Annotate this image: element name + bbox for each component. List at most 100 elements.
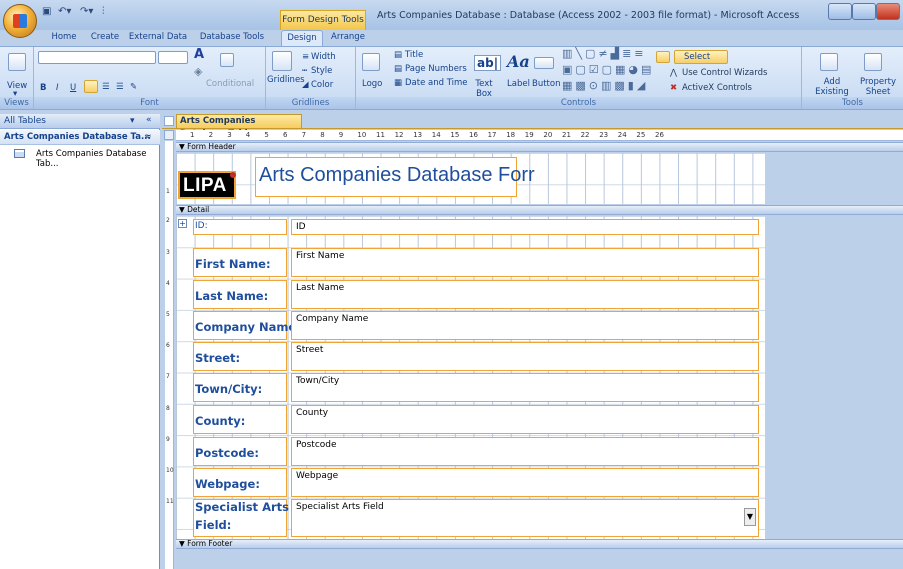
close-button[interactable] [876, 3, 900, 20]
form-footer-label: Form Footer [187, 539, 233, 548]
align-left-icon[interactable] [84, 80, 98, 93]
tab-home[interactable]: Home [44, 30, 84, 46]
field-textbox[interactable]: Webpage [291, 468, 759, 497]
style-button[interactable]: Style [311, 66, 332, 76]
detail-canvas[interactable]: + ID: ID First Name: First Name Last Name: La… [176, 216, 765, 539]
detail-bar[interactable]: ▼ Detail [176, 205, 903, 215]
detail-label: Detail [187, 205, 210, 214]
font-color-icon[interactable]: A [194, 48, 204, 61]
layout-selector-icon[interactable]: + [178, 219, 187, 228]
minimize-button[interactable] [828, 3, 852, 20]
form-title-label[interactable]: Arts Companies Database Forr [255, 157, 535, 197]
field-label-box[interactable]: Postcode: [193, 437, 287, 466]
logo-button[interactable]: Logo [362, 79, 382, 89]
form-footer-canvas[interactable] [176, 550, 765, 569]
text-box-button[interactable]: Text Box [473, 79, 495, 99]
horizontal-ruler[interactable]: 1 2 3 4 5 6 7 8 9 10 11 12 13 14 15 16 17 18 19 20 21 22 23 24 2… [176, 130, 903, 141]
italic-button[interactable]: I [56, 83, 59, 93]
select-toggle-icon[interactable] [656, 51, 670, 63]
form-selector-icon[interactable] [164, 116, 174, 126]
page-numbers-button[interactable]: Page Numbers [405, 64, 467, 74]
tab-design[interactable]: Design [281, 30, 323, 46]
field-label-box[interactable]: Town/City: [193, 373, 287, 402]
field-label-box[interactable]: Company Name: [193, 311, 301, 340]
document-tab[interactable]: Arts Companies Database Table [176, 114, 302, 139]
nav-group-header[interactable]: Arts Companies Database Ta... ≈ [0, 130, 160, 145]
color-button[interactable]: Color [311, 80, 333, 90]
undo-icon[interactable]: ↶▾ [58, 6, 71, 20]
form-footer-bar[interactable]: ▼ Form Footer [176, 539, 903, 549]
field-textbox[interactable]: Last Name [291, 280, 759, 309]
ruler-corner[interactable] [164, 130, 174, 140]
add-existing-fields-icon [820, 53, 838, 71]
shutter-bar-close-icon[interactable]: « [146, 115, 152, 125]
align-center-icon[interactable]: ☰ [102, 82, 110, 92]
combo-dropdown-icon[interactable]: ▼ [744, 508, 756, 526]
controls-gallery-row1[interactable]: ▥╲▢≠▟≣≡ [562, 48, 647, 59]
maximize-button[interactable] [852, 3, 876, 20]
label-icon: Aa [507, 52, 530, 71]
field-label-box[interactable]: Last Name: [193, 280, 287, 309]
office-button[interactable] [3, 4, 37, 38]
save-icon[interactable]: ▣ [42, 6, 51, 20]
button-control-button[interactable]: Button [532, 79, 560, 89]
field-textbox[interactable]: Company Name [291, 311, 759, 340]
customize-qat-icon[interactable]: ⫶ [102, 6, 105, 20]
width-icon[interactable]: ≡ [302, 52, 309, 62]
vertical-ruler-tick-label: 1 [166, 188, 170, 195]
nav-pane-header[interactable]: All Tables ▾ « [0, 114, 160, 129]
align-right-icon[interactable]: ☰ [116, 82, 124, 92]
use-control-wizards-button[interactable]: Use Control Wizards [682, 68, 767, 78]
field-label-box[interactable]: ID: [193, 219, 287, 235]
label-button[interactable]: Label [507, 79, 530, 89]
property-sheet-button[interactable]: Property Sheet [858, 77, 898, 97]
property-sheet-icon [864, 53, 882, 71]
field-label-box[interactable]: Street: [193, 342, 287, 371]
field-textbox[interactable]: First Name [291, 248, 759, 277]
logo-image[interactable]: LIPA [178, 171, 236, 199]
ruler-tick-label: 6 [283, 131, 288, 139]
nav-dropdown-icon[interactable]: ▾ [130, 116, 135, 126]
tab-external-data[interactable]: External Data [126, 30, 190, 46]
field-textbox[interactable]: County [291, 405, 759, 434]
conditional-button[interactable]: Conditional [206, 79, 254, 89]
color-icon[interactable]: ◢ [302, 80, 309, 90]
field-textbox[interactable]: ID [291, 219, 759, 235]
redo-icon[interactable]: ↷▾ [80, 6, 93, 20]
date-time-button[interactable]: Date and Time [405, 78, 468, 88]
field-label-box[interactable]: Webpage: [193, 468, 287, 497]
form-header-bar[interactable]: ▼ Form Header [176, 142, 903, 152]
gridlines-button[interactable]: Gridlines [267, 75, 305, 85]
vertical-ruler[interactable]: 1 2 3 4 5 6 7 8 9 10 11 [165, 141, 174, 569]
nav-item-table[interactable]: Arts Companies Database Tab... [0, 147, 158, 169]
fill-color-icon[interactable]: ◈ [194, 66, 202, 77]
style-icon[interactable]: ┅ [302, 66, 307, 76]
tab-arrange[interactable]: Arrange [326, 30, 370, 46]
field-label: Specialist Arts [195, 500, 289, 514]
field-textbox[interactable]: Street [291, 342, 759, 371]
collapse-group-icon[interactable]: ≈ [144, 132, 152, 142]
width-button[interactable]: Width [311, 52, 336, 62]
controls-gallery-row3[interactable]: ▦▩⊙▥▩▮◢ [562, 80, 648, 91]
nav-pane-title: All Tables [4, 116, 46, 126]
form-header-canvas[interactable]: LIPA Arts Companies Database Forr [176, 153, 765, 204]
vertical-ruler-tick-label: 6 [166, 342, 170, 349]
field-label-box[interactable]: Specialist Arts Field: [193, 499, 289, 537]
tab-create[interactable]: Create [88, 30, 122, 46]
field-label-box[interactable]: First Name: [193, 248, 287, 277]
vertical-ruler-tick-label: 8 [166, 405, 170, 412]
activex-controls-button[interactable]: ActiveX Controls [682, 83, 752, 93]
font-name-dropdown[interactable] [38, 51, 156, 64]
field-textbox[interactable]: Specialist Arts Field ▼ [291, 499, 759, 537]
underline-button[interactable]: U [70, 83, 76, 93]
format-painter-icon[interactable]: ✎ [130, 82, 137, 92]
bold-button[interactable]: B [40, 83, 46, 93]
tab-database-tools[interactable]: Database Tools [194, 30, 270, 46]
font-size-dropdown[interactable] [158, 51, 188, 64]
field-label-box[interactable]: County: [193, 405, 287, 434]
field-textbox[interactable]: Town/City [291, 373, 759, 402]
form-title-text: Arts Companies Database Forr [259, 164, 535, 186]
controls-gallery-row2[interactable]: ▣▢☑▢▦◕▤ [562, 64, 654, 75]
field-textbox[interactable]: Postcode [291, 437, 759, 466]
title-button[interactable]: Title [405, 50, 423, 60]
